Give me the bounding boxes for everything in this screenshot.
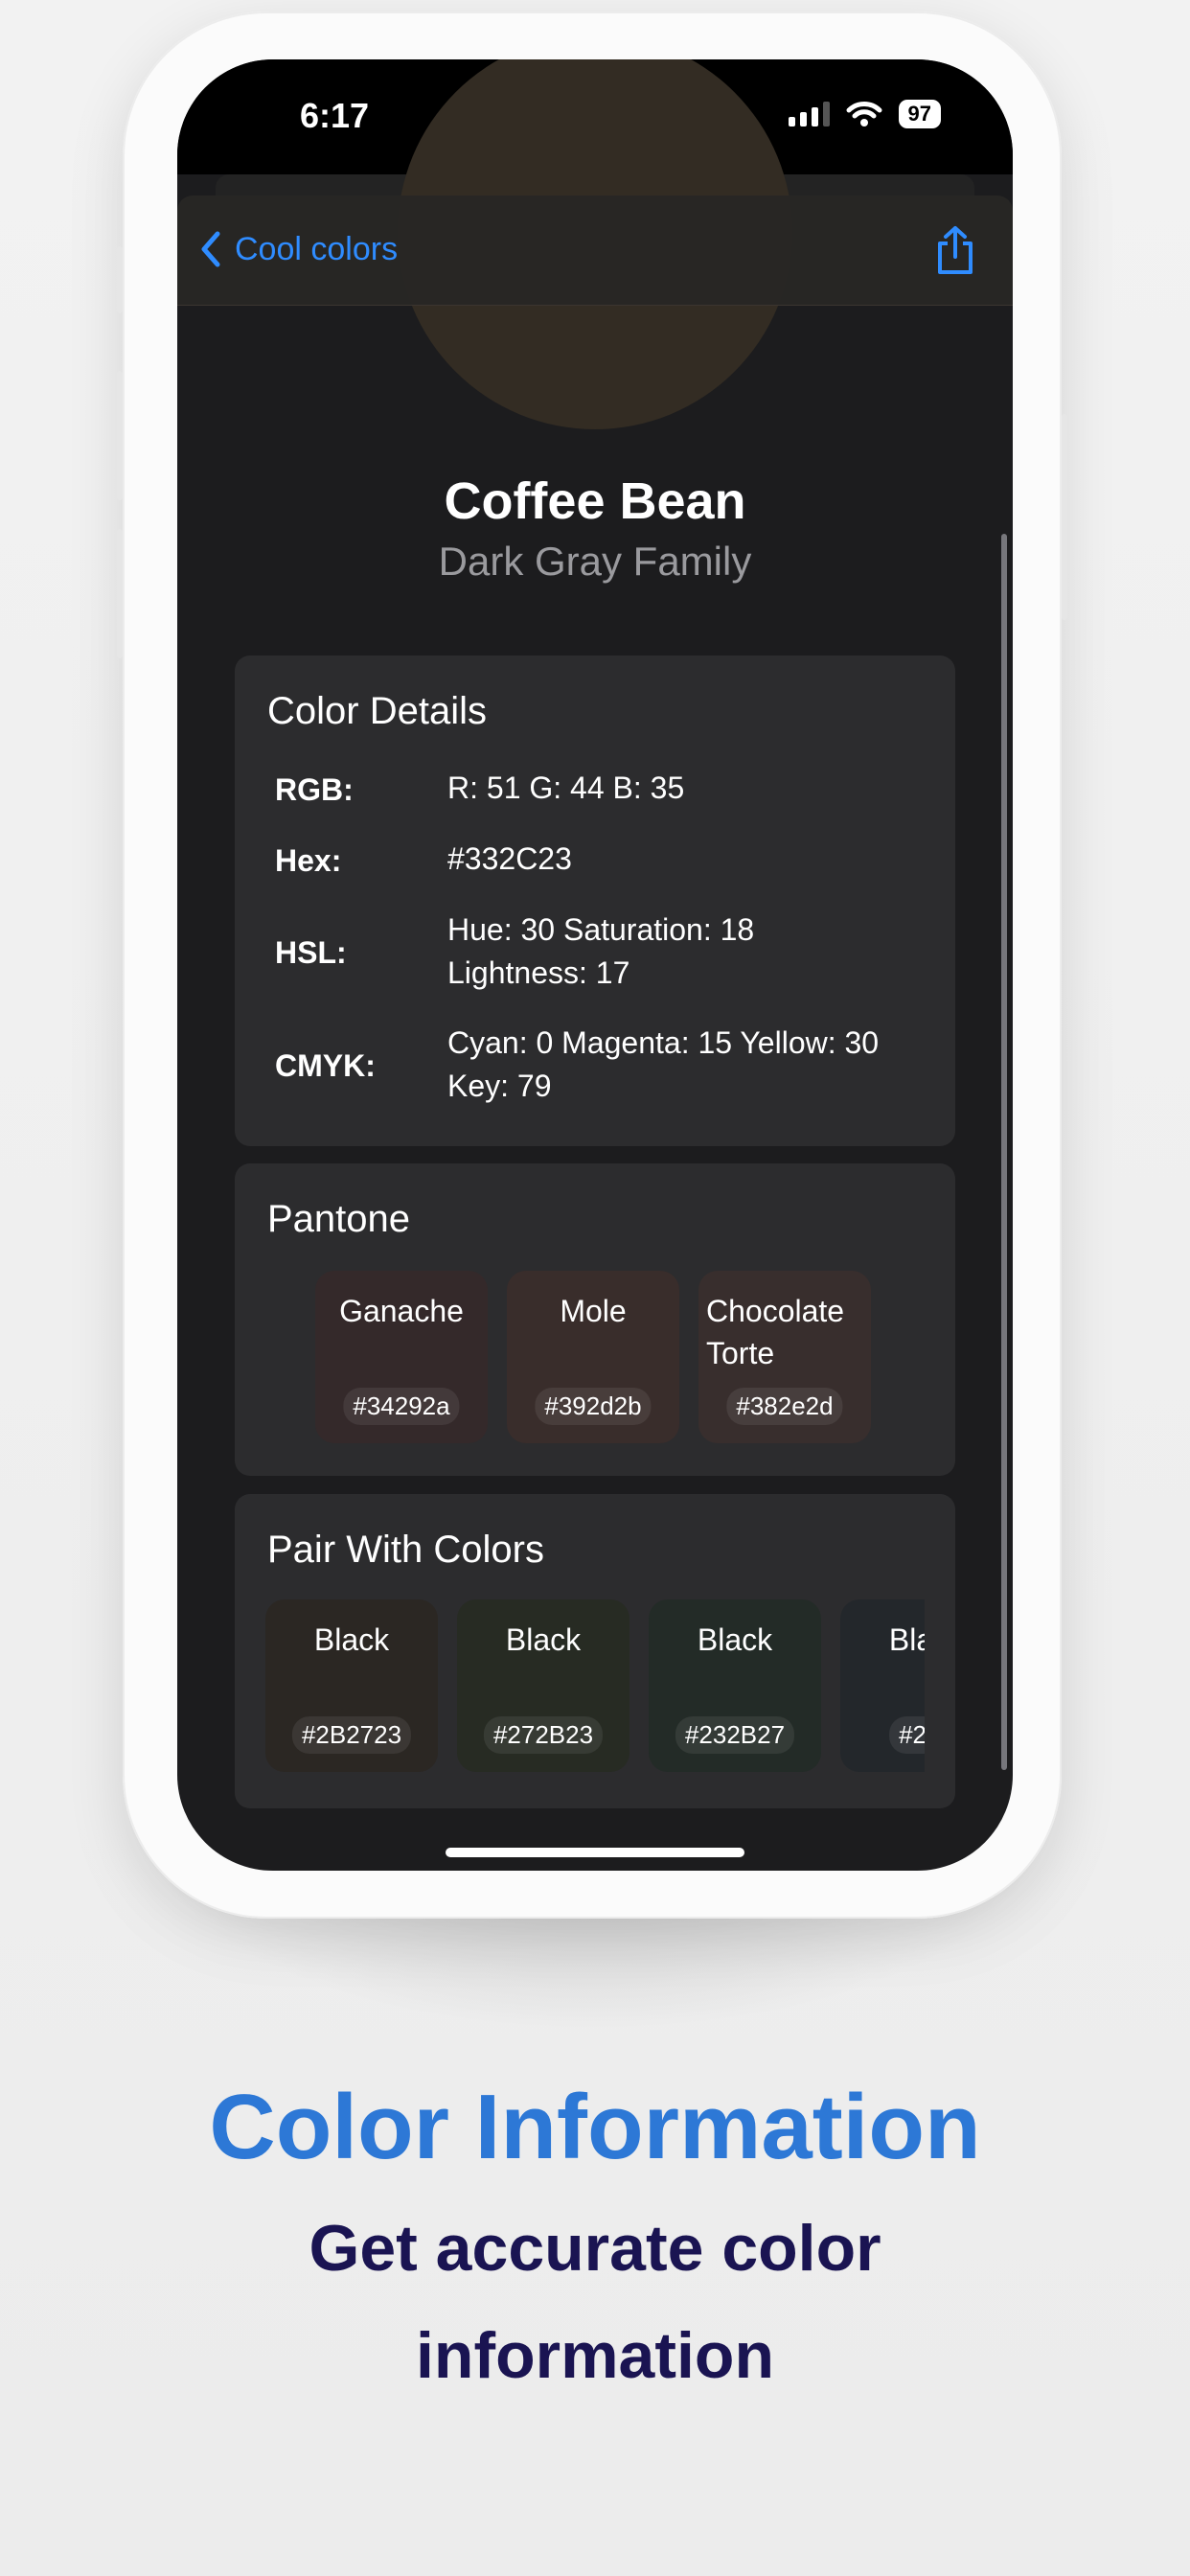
pantone-title: Pantone [267,1198,411,1240]
pantone-chip-chocolate-torte[interactable]: Chocolate Torte #382e2d [698,1271,871,1443]
hex-value: #332C23 [447,841,572,876]
pair-chip[interactable]: Black #2B2723 [265,1599,438,1772]
home-indicator[interactable] [446,1848,744,1857]
hsl-value: Hue: 30 Saturation: 18 Lightness: 17 [447,912,755,990]
chip-hex: #392d2b [535,1388,652,1425]
share-button[interactable] [934,224,976,281]
chip-hex: #232B27 [675,1716,795,1754]
chip-name: Chocolate Torte [706,1294,845,1370]
phone-screen: 6:17 97 Cool colors Coffee Bean Dark Gra… [177,59,1013,1871]
status-icons: 97 [788,100,941,128]
pair-chip[interactable]: Black #272B23 [457,1599,629,1772]
mute-switch [117,246,123,313]
rgb-label: RGB: [275,772,354,807]
chip-hex: #232 [889,1716,925,1754]
chip-hex: #2B2723 [291,1716,412,1754]
chip-name: Black [697,1622,773,1657]
chip-hex: #382e2d [726,1388,843,1425]
pair-chip[interactable]: Black #232B27 [649,1599,821,1772]
cmyk-label: CMYK: [275,1048,376,1083]
volume-up-button [117,371,123,500]
hex-label: Hex: [275,843,342,878]
chip-name: Mole [560,1294,627,1328]
volume-down-button [117,529,123,658]
battery-indicator: 97 [898,100,941,128]
color-family-subtitle: Dark Gray Family [438,539,752,584]
chevron-left-icon [201,231,220,267]
promo-subheadline: Get accurate color information [309,2212,881,2392]
color-details-card: Color Details RGB: R: 51 G: 44 B: 35 Hex… [235,656,955,1146]
pair-colors-scroller[interactable]: Black #2B2723 Black #272B23 Black #232B2… [265,1599,925,1782]
cmyk-value: Cyan: 0 Magenta: 15 Yellow: 30 Key: 79 [447,1025,880,1103]
pair-colors-card: Pair With Colors Black #2B2723 Black #27… [235,1494,955,1808]
pantone-chip-ganache[interactable]: Ganache #34292a [315,1271,488,1443]
hsl-label: HSL: [275,935,347,970]
pantone-chip-mole[interactable]: Mole #392d2b [507,1271,679,1443]
status-time: 6:17 [300,96,370,135]
back-button[interactable]: Cool colors [198,230,398,268]
pantone-card: Pantone Ganache #34292a Mole #392d2b Cho… [235,1163,955,1476]
navigation-bar: Cool colors [177,196,1013,306]
chip-name: Black [313,1622,390,1657]
color-name-title: Coffee Bean [444,472,746,530]
scroll-indicator[interactable] [1001,534,1007,1770]
promo-headline: Color Information [209,2076,981,2178]
chip-name: Black [505,1622,582,1657]
rgb-value: R: 51 G: 44 B: 35 [447,770,685,805]
chip-hex: #272B23 [483,1716,604,1754]
share-icon [938,226,973,274]
pair-colors-title: Pair With Colors [267,1529,544,1571]
color-details-title: Color Details [267,690,487,732]
chip-hex: #34292a [343,1388,460,1425]
back-button-label: Cool colors [235,230,399,267]
wifi-icon [846,102,882,126]
chip-name: Ganache [339,1294,464,1328]
power-button [1062,414,1067,620]
chip-name: Black [888,1622,925,1657]
pair-chip[interactable]: Black #232 [840,1599,925,1772]
